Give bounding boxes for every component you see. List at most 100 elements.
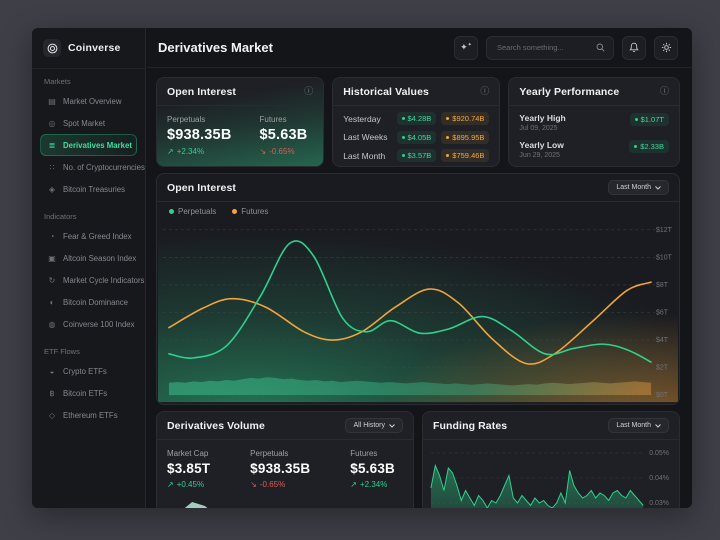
orange-dot-icon — [446, 154, 449, 157]
svg-text:0.03%: 0.03% — [649, 500, 669, 507]
bell-icon — [629, 42, 639, 53]
row-label: Yearly Low — [519, 140, 563, 150]
yearly-high-badge: $1.07T — [630, 113, 669, 126]
info-icon[interactable]: ⓘ — [304, 87, 313, 96]
sidebar-item-market-cycle-indicators[interactable]: ↻ Market Cycle Indicators — [40, 269, 137, 291]
yearly-low-row: Yearly Low Jun 29, 2025 $2.33B — [519, 140, 669, 159]
sidebar-item-label: Bitcoin Treasuries — [63, 185, 125, 194]
sidebar-item-fear-greed-index[interactable]: ◔ Fear & Greed Index — [40, 225, 137, 247]
metric-market-cap: Market Cap $3.85T ↗+0.45% — [167, 449, 210, 489]
sidebar-nav: Markets ▤ Market Overview ◎ Spot Market … — [32, 77, 145, 426]
svg-text:$2T: $2T — [656, 365, 669, 372]
metric-label: Futures — [260, 115, 308, 124]
svg-text:0.05%: 0.05% — [649, 450, 669, 457]
trend-up-icon: ↗ — [167, 480, 174, 489]
green-dot-icon — [402, 117, 405, 120]
open-interest-chart-card: Open Interest Last Month Perpetuals Futu… — [156, 173, 680, 405]
sidebar-item-bitcoin-etfs[interactable]: ฿ Bitcoin ETFs — [40, 382, 137, 404]
yearly-high-row: Yearly High Jul 09, 2025 $1.07T — [519, 113, 669, 132]
search-bar[interactable] — [486, 36, 614, 60]
svg-text:$4T: $4T — [656, 337, 669, 344]
settings-button[interactable] — [654, 36, 678, 60]
historical-row: Yesterday $4.28B $920.74B — [343, 112, 489, 125]
ai-assistant-button[interactable]: ✦✦ — [454, 36, 478, 60]
market-overview-icon: ▤ — [47, 97, 57, 106]
sidebar-item-ethereum-etfs[interactable]: ◇ Ethereum ETFs — [40, 404, 137, 426]
metric-label: Perpetuals — [167, 115, 232, 124]
sidebar-item-label: Spot Market — [63, 119, 105, 128]
metric-value: $938.35B — [250, 461, 310, 476]
legend-item-perpetuals[interactable]: Perpetuals — [169, 207, 216, 216]
volume-range-dropdown[interactable]: All History — [345, 418, 403, 433]
card-title: Open Interest — [167, 182, 236, 194]
sidebar-item-no-of-cryptocurrencies[interactable]: ∷ No. of Cryptocurrencies — [40, 156, 137, 178]
metric-value: $5.63B — [350, 461, 395, 476]
sidebar-item-label: Bitcoin ETFs — [63, 389, 107, 398]
page-title: Derivatives Market — [158, 40, 446, 55]
info-icon[interactable]: ⓘ — [660, 87, 669, 96]
dropdown-label: Last Month — [616, 184, 651, 191]
svg-text:$6T: $6T — [656, 309, 669, 316]
metric-change: ↘-0.65% — [260, 147, 308, 156]
card-header: Yearly Performance ⓘ — [509, 78, 679, 106]
yearly-rows: Yearly High Jul 09, 2025 $1.07T Yearly L… — [509, 106, 679, 166]
brand-name: Coinverse — [68, 42, 121, 54]
row-date: Jul 09, 2025 — [519, 125, 565, 132]
sidebar-item-coinverse-100-index[interactable]: ◍ Coinverse 100 Index — [40, 313, 137, 335]
notifications-button[interactable] — [622, 36, 646, 60]
sidebar-item-label: Coinverse 100 Index — [63, 320, 135, 329]
sidebar-item-label: Market Overview — [63, 97, 122, 106]
sidebar-item-bitcoin-treasuries[interactable]: ◈ Bitcoin Treasuries — [40, 178, 137, 200]
svg-text:$8T: $8T — [656, 282, 669, 289]
svg-text:0.04%: 0.04% — [649, 475, 669, 482]
sidebar-item-label: No. of Cryptocurrencies — [63, 163, 145, 172]
sidebar-item-bitcoin-dominance[interactable]: ◐ Bitcoin Dominance — [40, 291, 137, 313]
sidebar-item-crypto-etfs[interactable]: ◒ Crypto ETFs — [40, 360, 137, 382]
sidebar-item-altcoin-season-index[interactable]: ▣ Altcoin Season Index — [40, 247, 137, 269]
futures-value-badge: $759.46B — [441, 149, 489, 162]
sidebar-item-label: Altcoin Season Index — [63, 254, 136, 263]
row-label: Yesterday — [343, 114, 396, 124]
desktop-background: { "brand": { "name": "Coinverse" }, "hea… — [0, 0, 720, 540]
metric-futures: Futures $5.63B ↗+2.34% — [350, 449, 395, 489]
info-icon[interactable]: ⓘ — [480, 87, 489, 96]
derivatives-volume-chart[interactable] — [167, 498, 405, 508]
sidebar-item-spot-market[interactable]: ◎ Spot Market — [40, 112, 137, 134]
main-area: Derivatives Market ✦✦ Open Interest — [147, 28, 692, 508]
perpetuals-value-badge: $3.57B — [397, 149, 437, 162]
bitcoin-treasuries-icon: ◈ — [47, 185, 57, 194]
sidebar-item-derivatives-market[interactable]: ≣ Derivatives Market — [40, 134, 137, 156]
market-cycle-icon: ↻ — [47, 276, 57, 285]
oi-range-dropdown[interactable]: Last Month — [608, 180, 669, 195]
metric-futures: Futures $5.63B ↘-0.65% — [260, 115, 308, 156]
yearly-performance-card: Yearly Performance ⓘ Yearly High Jul 09,… — [508, 77, 680, 167]
svg-text:$0T: $0T — [656, 392, 669, 399]
main-header: Derivatives Market ✦✦ — [147, 28, 692, 68]
bottom-cards-row: Derivatives Volume All History Market Ca… — [156, 411, 680, 508]
orange-dot-icon — [446, 117, 449, 120]
metric-perpetuals: Perpetuals $938.35B ↗+2.34% — [167, 115, 232, 156]
metric-perpetuals: Perpetuals $938.35B ↘-0.65% — [250, 449, 310, 489]
fear-greed-icon: ◔ — [47, 232, 57, 241]
trend-down-icon: ↘ — [260, 147, 267, 156]
app-window: Coinverse Markets ▤ Market Overview ◎ Sp… — [32, 28, 692, 508]
yearly-low-badge: $2.33B — [629, 140, 669, 153]
search-input[interactable] — [495, 42, 590, 53]
row-label: Yearly High — [519, 113, 565, 123]
metric-value: $938.35B — [167, 127, 232, 143]
sidebar-item-label: Derivatives Market — [63, 141, 132, 150]
historical-row: Last Weeks $4.05B $895.95B — [343, 131, 489, 144]
metric-change: ↗+2.34% — [167, 147, 232, 156]
dropdown-label: All History — [353, 422, 385, 429]
chevron-down-icon — [655, 186, 661, 190]
card-title: Yearly Performance — [519, 86, 619, 98]
row-date: Jun 29, 2025 — [519, 152, 563, 159]
funding-range-dropdown[interactable]: Last Month — [608, 418, 669, 433]
historical-values-card: Historical Values ⓘ Yesterday $4.28B $92… — [332, 77, 500, 167]
sidebar-item-label: Market Cycle Indicators — [63, 276, 144, 285]
sidebar-item-market-overview[interactable]: ▤ Market Overview — [40, 90, 137, 112]
legend-item-futures[interactable]: Futures — [232, 207, 268, 216]
metric-change: ↗+0.45% — [167, 480, 210, 489]
gear-icon — [661, 42, 672, 53]
green-dot-icon — [634, 145, 637, 148]
